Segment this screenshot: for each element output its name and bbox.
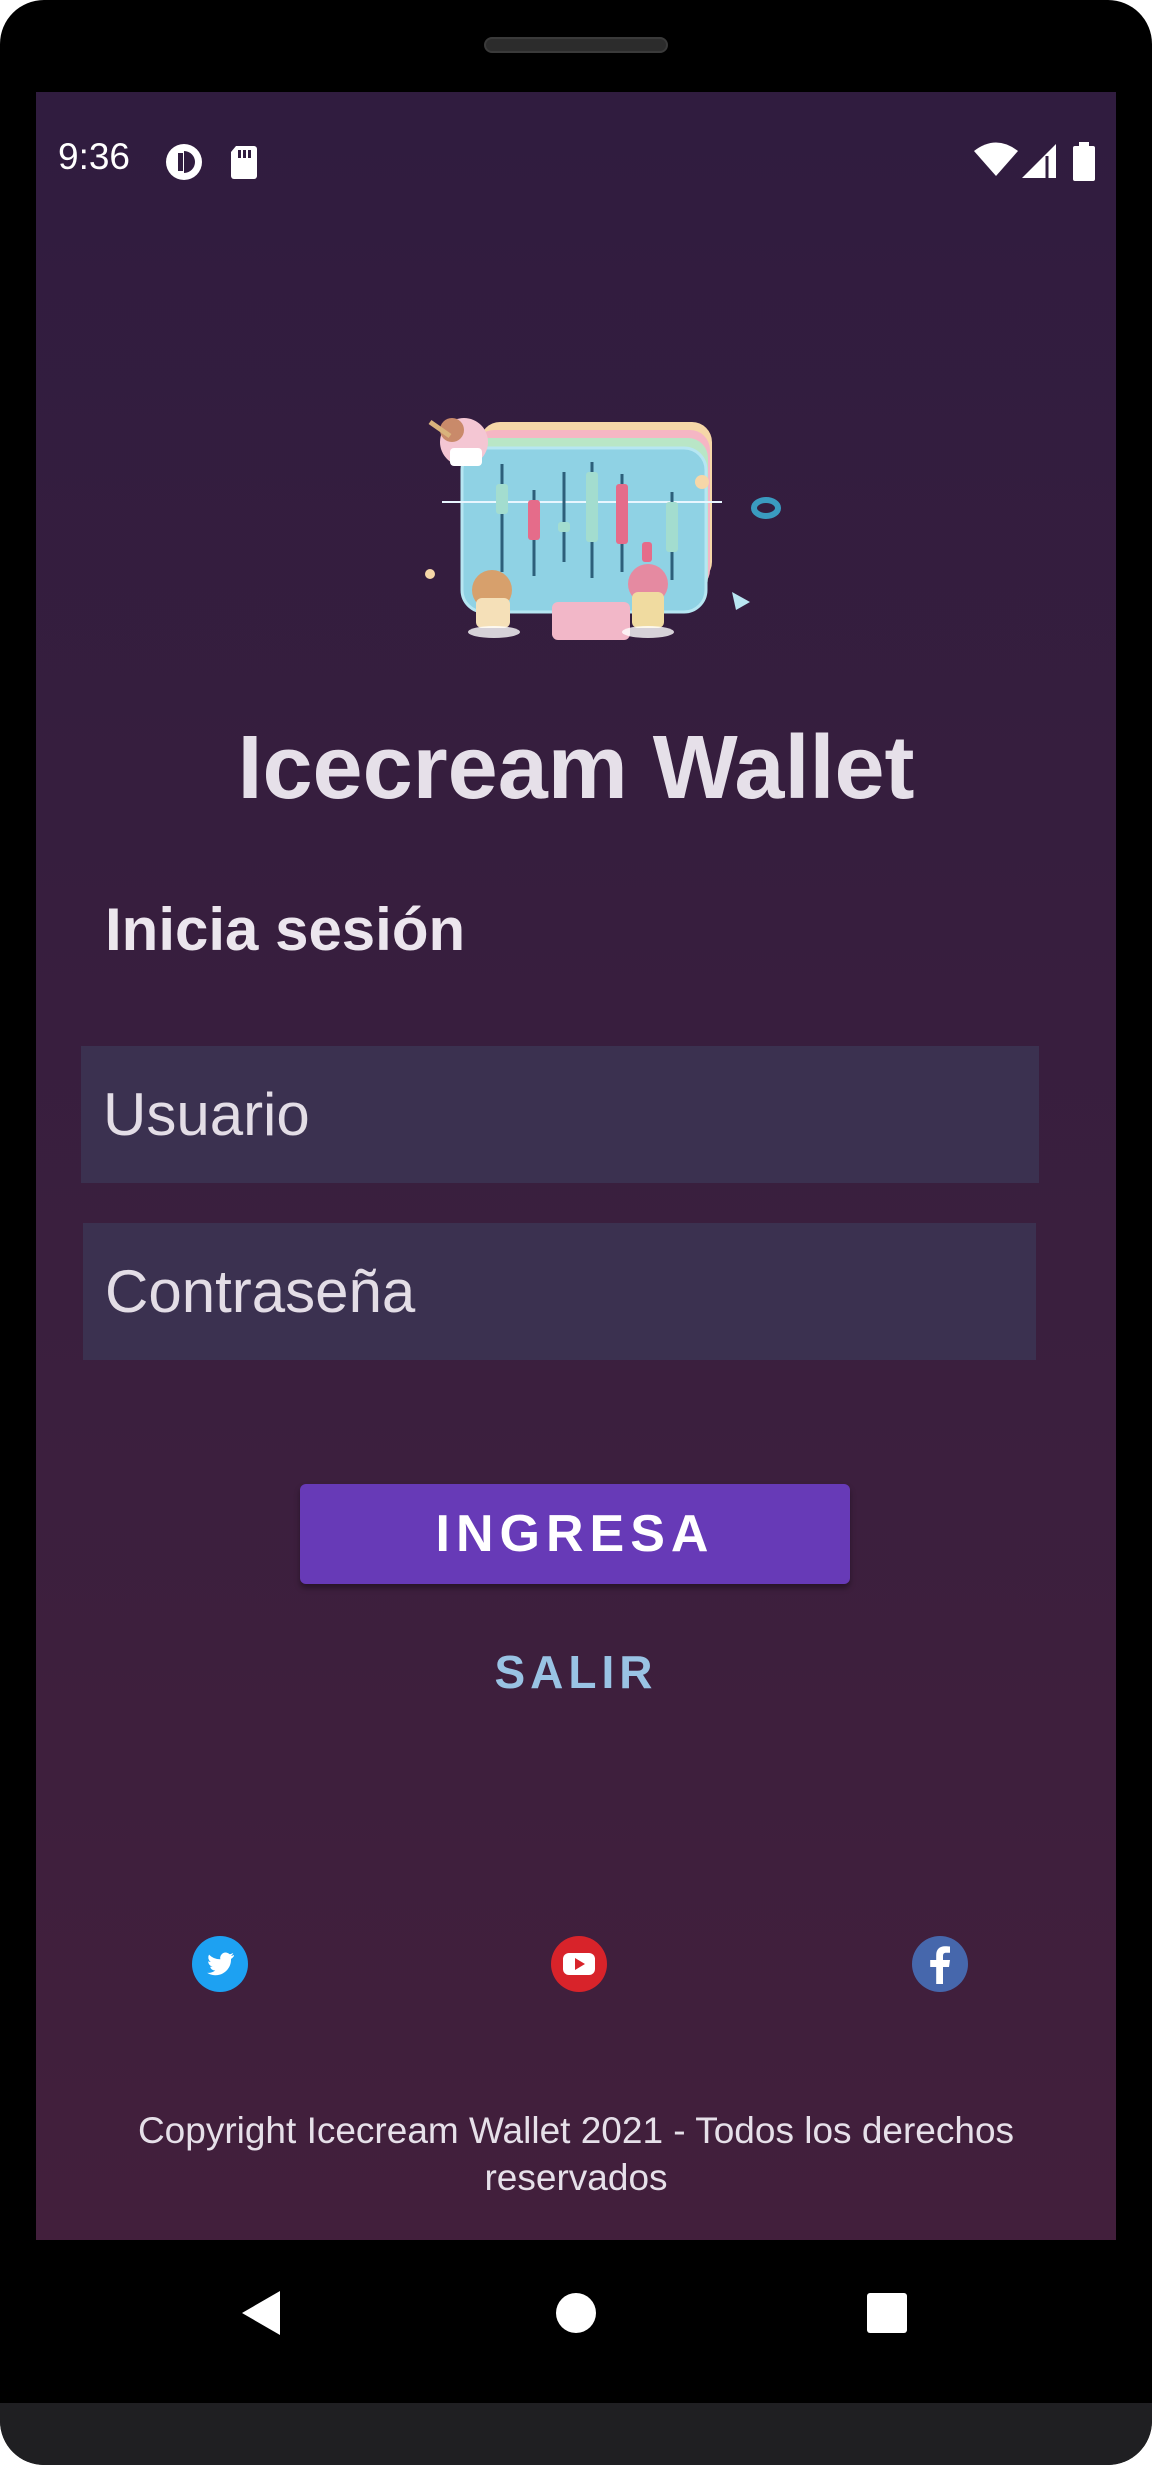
- earpiece-speaker: [484, 37, 668, 53]
- copyright-line-2: reservados: [484, 2157, 668, 2198]
- copyright-footer: Copyright Icecream Wallet 2021 - Todos l…: [76, 2107, 1076, 2201]
- password-field[interactable]: [83, 1223, 1036, 1360]
- ice-cream-chart-illustration: [425, 418, 781, 640]
- exit-button[interactable]: SALIR: [426, 1632, 726, 1712]
- data-saver-icon: [166, 144, 202, 180]
- navigation-bar: [0, 2240, 1152, 2403]
- wifi-icon: [974, 142, 1018, 176]
- facebook-icon[interactable]: [910, 1934, 970, 1994]
- app-screen: 9:36 Icecream Wallet Inicia sesión Usuar…: [36, 92, 1116, 2240]
- status-time: 9:36: [58, 136, 131, 177]
- cell-signal-icon: [1022, 144, 1056, 178]
- recents-icon[interactable]: [865, 2288, 909, 2338]
- status-bar: 9:36: [36, 92, 1116, 232]
- copyright-line-1: Copyright Icecream Wallet 2021 - Todos l…: [137, 2110, 1015, 2151]
- login-button[interactable]: INGRESA: [300, 1484, 850, 1584]
- battery-icon: [1073, 142, 1095, 181]
- username-field[interactable]: [81, 1046, 1039, 1183]
- phone-bottom-edge: [0, 2403, 1152, 2465]
- app-title: Icecream Wallet: [237, 718, 915, 818]
- youtube-icon[interactable]: [549, 1934, 609, 1994]
- back-icon[interactable]: [238, 2288, 284, 2338]
- phone-frame: 9:36 Icecream Wallet Inicia sesión Usuar…: [0, 0, 1152, 2465]
- twitter-icon[interactable]: [190, 1934, 250, 1994]
- sd-card-icon: [231, 146, 257, 179]
- home-icon[interactable]: [555, 2288, 597, 2338]
- login-heading: Inicia sesión: [105, 896, 466, 963]
